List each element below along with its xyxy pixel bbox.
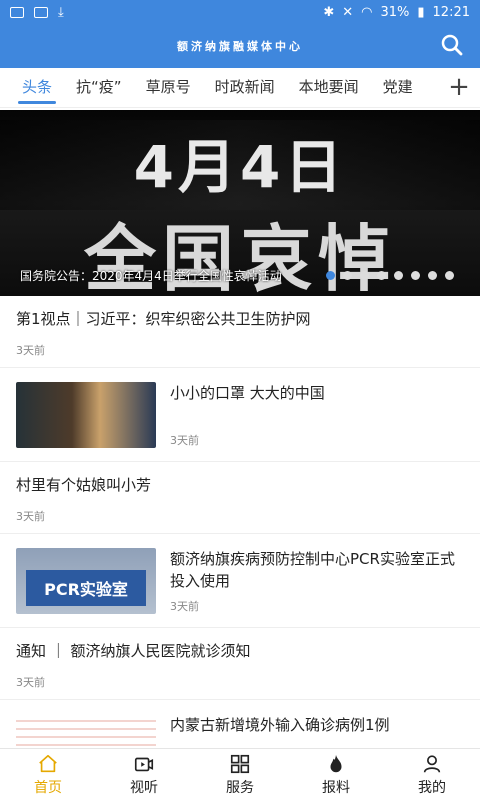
carousel-dot (428, 271, 437, 280)
news-item[interactable]: 第1视点｜习近平：织牢织密公共卫生防护网 3天前 (0, 296, 480, 368)
wifi-icon: ◠ (361, 4, 373, 20)
nav-item[interactable]: 我的 (384, 749, 480, 800)
news-title: 小小的口罩 大大的中国 (170, 384, 325, 402)
carousel-dot (360, 271, 369, 280)
battery-icon: ▮ (417, 4, 425, 20)
nav-label: 视听 (130, 779, 158, 796)
news-title: 第1视点｜习近平：织牢织密公共卫生防护网 (16, 310, 311, 328)
news-feed: 第1视点｜习近平：织牢织密公共卫生防护网 3天前 小小的口罩 大大的中国 3天前 村里有… (0, 296, 480, 748)
grid-icon (230, 754, 250, 773)
tab-item[interactable]: 抗“疫” (64, 68, 134, 106)
headline-banner[interactable]: 4月4日 全国哀悼 国务院公告：2020年4月4日举行全国性哀悼活动 (0, 110, 480, 296)
clock: 12:21 (432, 4, 470, 20)
carousel-indicator (326, 271, 454, 280)
news-thumbnail: PCR实验室 (16, 548, 156, 614)
add-channel-button[interactable]: + (438, 68, 480, 106)
nav-item[interactable]: 首页 (0, 749, 96, 800)
status-bar: ⤓ ✱ ✕ ◠ 31% ▮ 12:21 (0, 0, 480, 24)
carousel-dot (411, 271, 420, 280)
carousel-dot (377, 271, 386, 280)
banner-caption: 国务院公告：2020年4月4日举行全国性哀悼活动 (20, 269, 282, 283)
news-time: 3天前 (170, 434, 199, 447)
news-thumbnail (16, 714, 156, 748)
nav-item[interactable]: 报料 (288, 749, 384, 800)
nav-item[interactable]: 服务 (192, 749, 288, 800)
news-title: 额济纳旗疾病预防控制中心PCR实验室正式投入使用 (170, 550, 455, 590)
news-title: 内蒙古新增境外输入确诊病例1例 (170, 716, 390, 734)
bluetooth-icon: ✱ (323, 4, 335, 20)
home-icon (39, 754, 57, 772)
chart-icon (34, 6, 48, 18)
battery-level: 31% (380, 4, 410, 20)
plus-icon: + (448, 72, 470, 102)
news-item[interactable]: 村里有个姑娘叫小芳 3天前 (0, 462, 480, 534)
mute-icon: ✕ (342, 4, 354, 20)
news-item[interactable]: 内蒙古新增境外输入确诊病例1例 (0, 700, 480, 748)
thumbnail-sign: PCR实验室 (26, 570, 146, 606)
app-title: 额济纳旗融媒体中心 (177, 40, 303, 53)
fire-icon (330, 754, 342, 772)
news-time: 3天前 (16, 510, 45, 523)
user-icon (423, 754, 441, 773)
bottom-navigation: 首页 视听 服务 报料 我的 (0, 748, 480, 800)
news-thumbnail (16, 382, 156, 448)
carousel-dot (326, 271, 335, 280)
tab-item[interactable]: 时政新闻 (203, 68, 287, 106)
news-item[interactable]: PCR实验室 额济纳旗疾病预防控制中心PCR实验室正式投入使用 3天前 (0, 534, 480, 628)
news-title: 村里有个姑娘叫小芳 (16, 476, 152, 494)
banner-date: 4月4日 (133, 133, 347, 201)
category-tabs: 头条 抗“疫” 草原号 时政新闻 本地要闻 党建 + (0, 68, 480, 108)
news-title: 通知 ｜ 额济纳旗人民医院就诊须知 (16, 642, 251, 660)
video-icon (134, 757, 154, 771)
news-time: 3天前 (16, 344, 45, 357)
tab-item[interactable]: 本地要闻 (287, 68, 371, 106)
nav-item[interactable]: 视听 (96, 749, 192, 800)
tab-item[interactable]: 党建 (371, 68, 425, 106)
news-item[interactable]: 通知 ｜ 额济纳旗人民医院就诊须知 3天前 (0, 628, 480, 700)
nav-label: 报料 (322, 779, 350, 796)
search-button[interactable] (440, 33, 464, 57)
search-icon (441, 34, 463, 56)
download-icon: ⤓ (58, 4, 64, 20)
news-time: 3天前 (170, 600, 199, 613)
nav-label: 服务 (226, 779, 254, 796)
nav-label: 我的 (418, 779, 446, 796)
tab-item[interactable]: 头条 (10, 68, 64, 106)
app-header: ⤓ ✱ ✕ ◠ 31% ▮ 12:21 额济纳旗融媒体中心 (0, 0, 480, 68)
carousel-dot (343, 271, 352, 280)
gallery-icon (10, 6, 24, 18)
news-time: 3天前 (16, 676, 45, 689)
tab-item[interactable]: 草原号 (134, 68, 203, 106)
nav-label: 首页 (34, 779, 62, 796)
news-item[interactable]: 小小的口罩 大大的中国 3天前 (0, 368, 480, 462)
carousel-dot (394, 271, 403, 280)
carousel-dot (445, 271, 454, 280)
